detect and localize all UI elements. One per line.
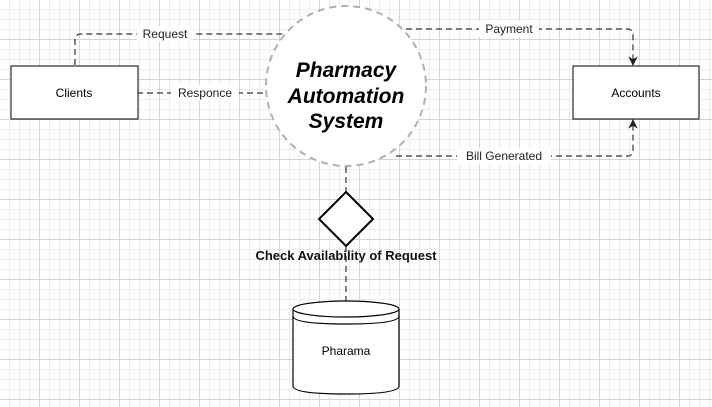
clients-label: Clients bbox=[56, 86, 93, 100]
edge-label-response: Responce bbox=[178, 86, 232, 100]
accounts-label: Accounts bbox=[611, 86, 660, 100]
database-label: Pharama bbox=[322, 344, 371, 358]
edge-label-payment: Payment bbox=[485, 22, 533, 36]
system-title-line-1: Pharmacy bbox=[296, 59, 398, 82]
diagram-svg: Request Responce Payment Bill Generated … bbox=[10, 5, 700, 395]
diagram-canvas: Request Responce Payment Bill Generated … bbox=[0, 0, 712, 407]
edge-label-request: Request bbox=[143, 27, 188, 41]
edge-label-bill-generated: Bill Generated bbox=[466, 149, 542, 163]
system-title-line-3: System bbox=[309, 110, 384, 133]
decision-label: Check Availability of Request bbox=[255, 248, 437, 263]
system-title-line-2: Automation bbox=[287, 85, 405, 108]
decision-diamond bbox=[317, 190, 375, 248]
